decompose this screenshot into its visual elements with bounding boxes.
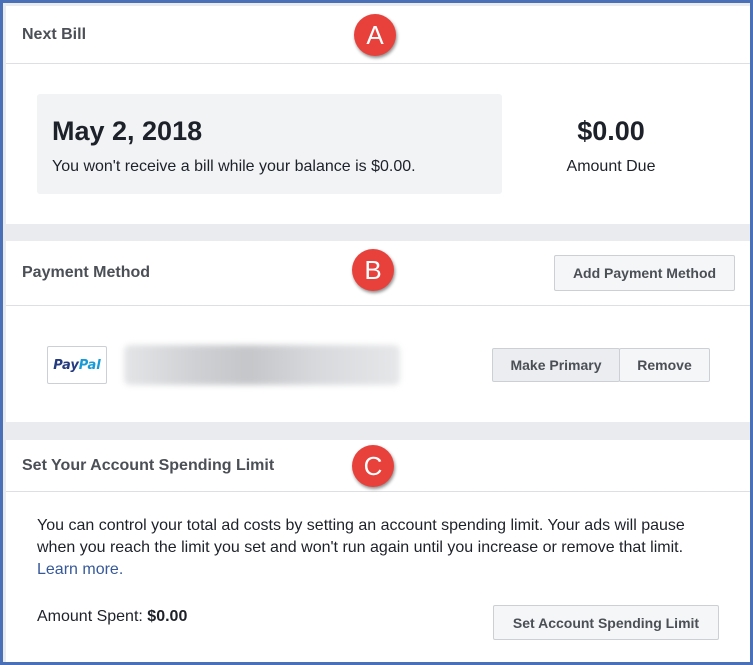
bill-note: You won't receive a bill while your bala… xyxy=(52,158,416,175)
annotation-badge-a: A xyxy=(354,14,396,56)
amount-due-value: $0.00 xyxy=(577,116,645,146)
amount-spent: Amount Spent: $0.00 xyxy=(37,608,187,626)
window-frame: Next Bill A May 2, 2018 You won't receiv… xyxy=(0,0,753,665)
spending-limit-panel: Set Your Account Spending Limit C You ca… xyxy=(6,440,750,662)
redacted-account-email xyxy=(124,345,400,385)
spending-limit-description: You can control your total ad costs by s… xyxy=(37,515,717,581)
make-primary-button[interactable]: Make Primary xyxy=(492,348,620,382)
learn-more-link[interactable]: Learn more. xyxy=(37,561,123,578)
annotation-badge-c: C xyxy=(352,445,394,487)
remove-button[interactable]: Remove xyxy=(619,348,710,382)
paypal-logo-part1: Pay xyxy=(53,357,79,373)
amount-spent-value: $0.00 xyxy=(147,608,188,625)
next-bill-panel: Next Bill A May 2, 2018 You won't receiv… xyxy=(6,6,750,224)
paypal-logo-part2: Pal xyxy=(78,357,101,373)
paypal-logo: Pay Pal xyxy=(47,346,107,384)
amount-spent-label: Amount Spent: xyxy=(37,608,143,625)
payment-method-panel: Payment Method B Add Payment Method Pay P… xyxy=(6,241,750,422)
spending-limit-description-text: You can control your total ad costs by s… xyxy=(37,517,685,556)
add-payment-method-button[interactable]: Add Payment Method xyxy=(554,255,735,291)
payment-method-title: Payment Method xyxy=(22,264,151,281)
bill-date: May 2, 2018 xyxy=(52,116,203,146)
set-spending-limit-button[interactable]: Set Account Spending Limit xyxy=(493,605,719,640)
spending-limit-title: Set Your Account Spending Limit xyxy=(22,456,275,474)
annotation-badge-b: B xyxy=(352,249,394,291)
next-bill-title: Next Bill xyxy=(22,25,87,43)
amount-due-label: Amount Due xyxy=(566,158,656,175)
bill-summary-box: May 2, 2018 You won't receive a bill whi… xyxy=(37,94,502,194)
